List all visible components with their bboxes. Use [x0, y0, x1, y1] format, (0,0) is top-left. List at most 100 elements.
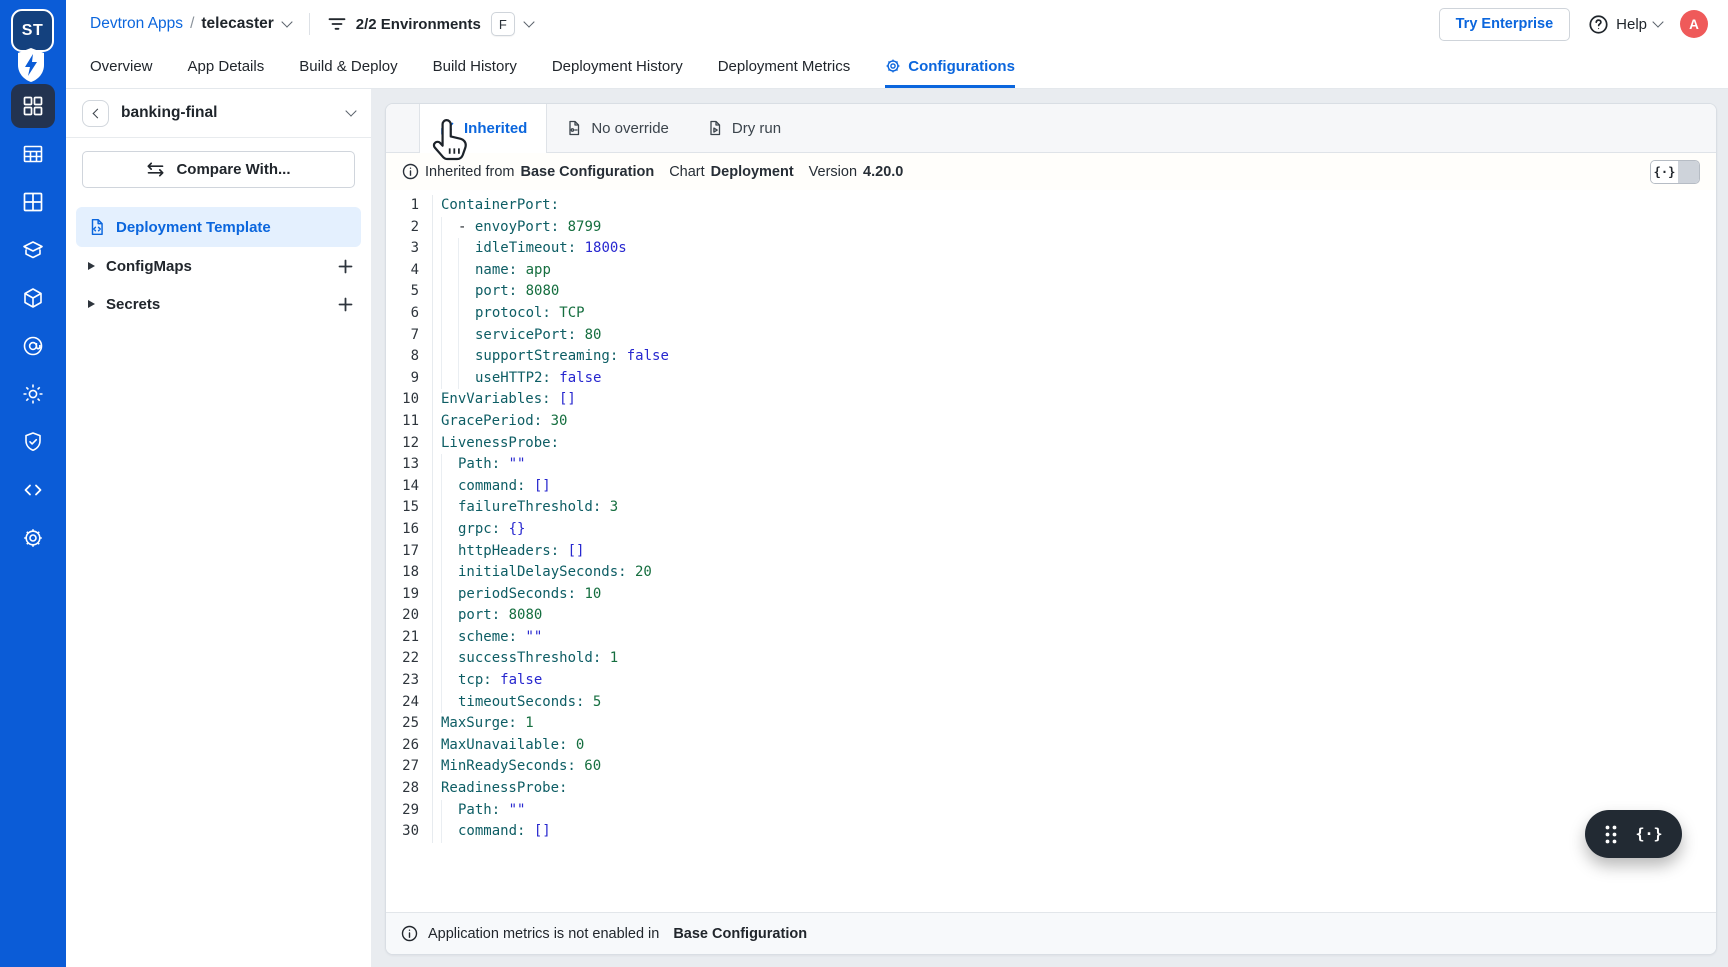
indent-guide [441, 260, 458, 282]
inherited-from-label: Inherited from [425, 164, 514, 180]
collapse-back-button[interactable] [82, 100, 109, 127]
devtron-app-page: { "colors": { "accent": "#0b66dd", "blue… [0, 0, 1728, 967]
line-number: 15 [386, 497, 432, 519]
inherit-arrow-icon [439, 121, 455, 137]
line-number: 19 [386, 584, 432, 606]
tab-overview[interactable]: Overview [90, 48, 153, 88]
help-menu[interactable]: Help [1588, 14, 1662, 35]
code-line: 24timeoutSeconds: 5 [386, 692, 1716, 714]
app-logo: ST [0, 0, 66, 92]
code-line: 5port: 8080 [386, 281, 1716, 303]
code-line: 1ContainerPort: [386, 195, 1716, 217]
line-number: 11 [386, 411, 432, 433]
line-number: 16 [386, 519, 432, 541]
sidebar-item-global-settings[interactable] [0, 514, 66, 562]
line-number: 17 [386, 541, 432, 563]
indent-guide [441, 692, 458, 714]
tab-dry-run[interactable]: Dry run [688, 104, 800, 152]
line-number: 10 [386, 389, 432, 411]
header-divider [309, 13, 310, 35]
yaml-code-editor[interactable]: 1ContainerPort:2- envoyPort: 87993idleTi… [386, 190, 1716, 912]
tab-build-deploy[interactable]: Build & Deploy [299, 48, 397, 88]
tab-app-details[interactable]: App Details [188, 48, 265, 88]
line-number: 12 [386, 433, 432, 455]
line-number: 29 [386, 800, 432, 822]
devtron-logo-icon [14, 46, 48, 84]
compare-with-button[interactable]: Compare With... [82, 151, 355, 188]
tab-no-override[interactable]: No override [547, 104, 688, 152]
sidebar-item-registry[interactable] [0, 322, 66, 370]
line-number: 20 [386, 605, 432, 627]
add-configmap-button[interactable] [338, 259, 353, 274]
sidebar-item-jobs[interactable] [0, 130, 66, 178]
code-line: 11GracePeriod: 30 [386, 411, 1716, 433]
sidebar-item-security[interactable] [0, 418, 66, 466]
environments-count-label: 2/2 Environments [356, 16, 481, 33]
sidebar-item-application-groups[interactable] [0, 178, 66, 226]
gear-icon [21, 526, 45, 550]
code-line: 28ReadinessProbe: [386, 778, 1716, 800]
open-box-icon [21, 238, 45, 262]
add-secret-button[interactable] [338, 297, 353, 312]
indent-guide [441, 217, 458, 239]
chart-value: Deployment [711, 164, 794, 180]
try-enterprise-button[interactable]: Try Enterprise [1439, 8, 1571, 41]
sidebar-item-clusters[interactable] [0, 370, 66, 418]
sidebar-group-configmaps[interactable]: ConfigMaps [66, 247, 371, 285]
chevron-down-icon[interactable] [345, 105, 356, 116]
code-line: 22successThreshold: 1 [386, 648, 1716, 670]
sidebar-group-secrets[interactable]: Secrets [66, 285, 371, 323]
inherited-info-bar: Inherited from Base Configuration Chart … [386, 153, 1716, 190]
line-number: 25 [386, 713, 432, 735]
sidebar-item-deployment-template[interactable]: Deployment Template [76, 207, 361, 247]
indent-guide [441, 800, 458, 822]
drag-handle-icon[interactable] [1604, 824, 1618, 845]
code-line: 18initialDelaySeconds: 20 [386, 562, 1716, 584]
line-number: 3 [386, 238, 432, 260]
indent-guide [441, 368, 458, 390]
tab-deployment-history[interactable]: Deployment History [552, 48, 683, 88]
code-braces-icon[interactable]: {·} [1635, 825, 1662, 843]
line-number: 21 [386, 627, 432, 649]
code-view-toggle[interactable]: {·} [1650, 160, 1700, 184]
line-number: 1 [386, 195, 432, 217]
indent-guide [458, 281, 475, 303]
tab-build-history[interactable]: Build History [433, 48, 517, 88]
indent-guide [441, 541, 458, 563]
indent-guide [441, 584, 458, 606]
line-number: 2 [386, 217, 432, 239]
indent-guide [441, 325, 458, 347]
user-avatar[interactable]: A [1680, 10, 1708, 38]
tab-deployment-metrics[interactable]: Deployment Metrics [718, 48, 851, 88]
indent-guide [441, 346, 458, 368]
sidebar-item-chart-store[interactable] [0, 226, 66, 274]
line-number: 22 [386, 648, 432, 670]
environment-header: banking-final [66, 89, 371, 138]
gear-icon [885, 58, 901, 74]
sidebar-item-applications[interactable] [0, 82, 66, 130]
cube-icon [21, 286, 45, 310]
environment-badge: F [491, 12, 515, 36]
tab-inherited[interactable]: Inherited [419, 104, 547, 153]
sidebar-item-packages[interactable] [0, 274, 66, 322]
code-line: 3idleTimeout: 1800s [386, 238, 1716, 260]
plus-icon [338, 297, 353, 312]
app-selector-dropdown[interactable]: telecaster [201, 15, 290, 33]
line-number: 5 [386, 281, 432, 303]
indent-guide [458, 238, 475, 260]
breadcrumb-section-link[interactable]: Devtron Apps [90, 15, 183, 33]
version-label: Version [809, 164, 857, 180]
code-line: 7servicePort: 80 [386, 325, 1716, 347]
plus-icon [338, 259, 353, 274]
environment-filter-dropdown[interactable]: 2/2 Environments F [328, 12, 533, 36]
indent-guide [441, 670, 458, 692]
code-line: 6protocol: TCP [386, 303, 1716, 325]
tab-configurations[interactable]: Configurations [885, 48, 1015, 88]
indent-guide [441, 454, 458, 476]
line-number: 4 [386, 260, 432, 282]
line-number: 9 [386, 368, 432, 390]
base-configuration-link[interactable]: Base Configuration [520, 164, 654, 180]
chevron-down-icon [281, 16, 292, 27]
sidebar-item-resource-browser[interactable] [0, 466, 66, 514]
indent-guide [441, 476, 458, 498]
